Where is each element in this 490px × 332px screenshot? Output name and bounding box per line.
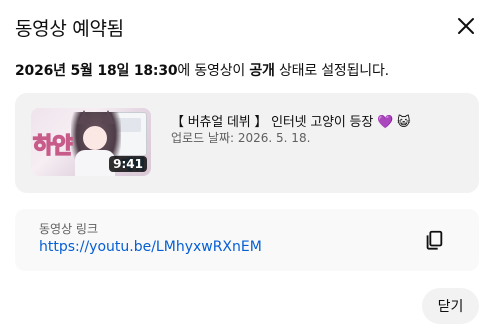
copy-link-button[interactable] [419, 225, 449, 255]
thumb-text-big: 하얀 [32, 133, 73, 160]
message-part1: 에 동영상이 [177, 63, 250, 79]
schedule-datetime: 2026년 5월 18일 18:30 [15, 63, 178, 79]
thumb-character-ear-left [77, 110, 91, 124]
video-card: 하얀 데뷔 9:41 【 버츄얼 데뷔 】 인터넷 고양이 등장 💜 😺 업로드… [15, 93, 479, 193]
close-icon [458, 18, 474, 34]
scheduled-video-dialog: 동영상 예약됨 2026년 5월 18일 18:30에 동영상이 공개 상태로 … [0, 0, 490, 332]
visibility-status: 공개 [249, 63, 275, 79]
video-link-label: 동영상 링크 [39, 222, 99, 236]
video-link-url[interactable]: https://youtu.be/LMhyxwRXnEM [39, 239, 262, 255]
close-dialog-button[interactable]: 닫기 [422, 288, 479, 324]
video-link-box: 동영상 링크 https://youtu.be/LMhyxwRXnEM [15, 209, 479, 271]
thumb-character-ear-right [101, 110, 115, 124]
thumb-character-face [83, 126, 107, 150]
upload-date: 업로드 날짜: 2026. 5. 18. [171, 131, 311, 145]
dialog-title: 동영상 예약됨 [15, 18, 124, 40]
copy-icon [426, 230, 443, 250]
close-button[interactable] [452, 12, 480, 40]
message-part2: 상태로 설정됩니다. [274, 63, 389, 79]
schedule-message: 2026년 5월 18일 18:30에 동영상이 공개 상태로 설정됩니다. [15, 60, 389, 80]
video-duration: 9:41 [109, 156, 147, 172]
video-thumbnail[interactable]: 하얀 데뷔 9:41 [31, 108, 151, 176]
video-title[interactable]: 【 버츄얼 데뷔 】 인터넷 고양이 등장 💜 😺 [171, 111, 410, 130]
